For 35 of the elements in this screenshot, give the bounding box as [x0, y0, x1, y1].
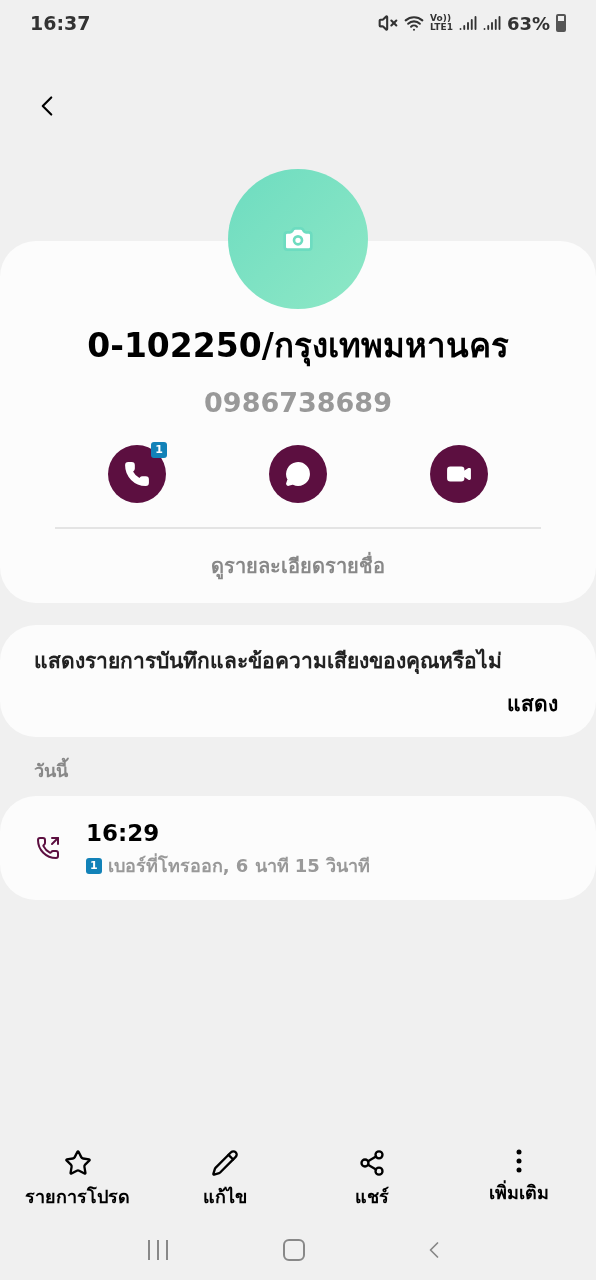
share-button[interactable]: แชร์: [301, 1147, 442, 1210]
more-icon: [515, 1149, 522, 1173]
call-detail: เบอร์ที่โทรออก, 6 นาที 15 วินาที: [107, 852, 371, 879]
sim-badge: 1: [86, 857, 102, 874]
wifi-icon: [404, 13, 425, 33]
network-label: LTE1: [430, 23, 453, 32]
home-icon[interactable]: [283, 1239, 305, 1261]
network-label: Vo)): [430, 14, 451, 23]
star-icon: [63, 1149, 92, 1177]
edit-button[interactable]: แก้ไข: [154, 1147, 295, 1210]
more-button[interactable]: เพิ่มเติม: [448, 1147, 589, 1210]
call-time: 16:29: [86, 818, 161, 848]
message-button[interactable]: [269, 445, 327, 503]
phone-icon: [124, 461, 150, 487]
outgoing-call-icon: [36, 835, 60, 860]
status-time: 16:37: [30, 10, 91, 36]
recordings-prompt: แสดงรายการบันทึกและข้อความเสียงของคุณหรือไม่: [34, 647, 503, 676]
call-button[interactable]: 1: [108, 445, 166, 503]
sim-badge: 1: [151, 442, 167, 458]
show-button[interactable]: แสดง: [507, 689, 558, 721]
battery-percent: 63%: [506, 11, 550, 36]
battery-icon: [556, 14, 566, 32]
share-icon: [357, 1149, 386, 1177]
signal-icon: [458, 14, 477, 32]
pencil-icon: [210, 1149, 239, 1177]
mute-icon: [378, 13, 399, 33]
call-log-item[interactable]: 16:29 1 เบอร์ที่โทรออก, 6 นาที 15 วินาที: [0, 795, 596, 900]
section-heading: วันนี้: [34, 756, 70, 783]
message-icon: [285, 461, 311, 487]
favorite-button[interactable]: รายการโปรด: [7, 1147, 148, 1210]
recent-apps-icon[interactable]: [147, 1240, 168, 1260]
phone-number: 0986738689: [204, 385, 392, 420]
contact-name: 0-102250/กรุงเทพมหานคร: [87, 325, 509, 369]
signal-icon: [482, 14, 501, 32]
video-button[interactable]: [430, 445, 488, 503]
